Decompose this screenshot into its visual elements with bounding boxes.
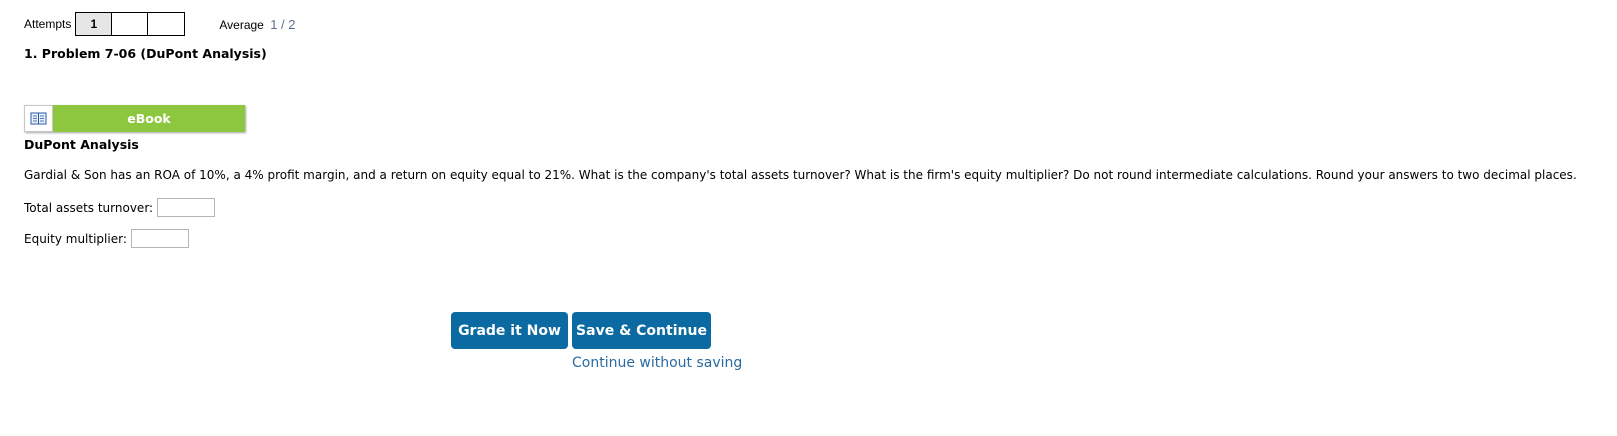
average-display: Average 1 / 2 <box>219 17 295 32</box>
total-assets-turnover-input[interactable] <box>157 198 216 217</box>
average-value: 1 / 2 <box>270 16 296 32</box>
grade-it-now-button[interactable]: Grade it Now <box>451 312 568 349</box>
problem-title: 1. Problem 7-06 (DuPont Analysis) <box>24 46 267 61</box>
equity-multiplier-row: Equity multiplier: <box>24 229 189 248</box>
save-and-continue-button[interactable]: Save & Continue <box>572 312 711 349</box>
book-icon <box>24 105 53 132</box>
ebook-label: eBook <box>53 105 245 132</box>
equity-multiplier-label: Equity multiplier: <box>24 231 127 246</box>
total-assets-turnover-row: Total assets turnover: <box>24 198 216 217</box>
ebook-button[interactable]: eBook <box>24 105 245 132</box>
average-label: Average <box>219 17 264 32</box>
attempt-box-2 <box>112 13 149 35</box>
section-heading: DuPont Analysis <box>24 137 139 152</box>
problem-text: Gardial & Son has an ROA of 10%, a 4% pr… <box>24 168 1577 182</box>
attempt-box-1: 1 <box>76 13 113 35</box>
total-assets-turnover-label: Total assets turnover: <box>24 200 154 215</box>
equity-multiplier-input[interactable] <box>130 229 189 248</box>
attempt-boxes: 1 <box>75 12 186 36</box>
attempts-label: Attempts <box>24 17 72 31</box>
attempt-box-3 <box>148 13 185 35</box>
continue-without-saving-link[interactable]: Continue without saving <box>572 355 742 371</box>
attempts-bar: Attempts 1 Average 1 / 2 <box>24 12 295 36</box>
